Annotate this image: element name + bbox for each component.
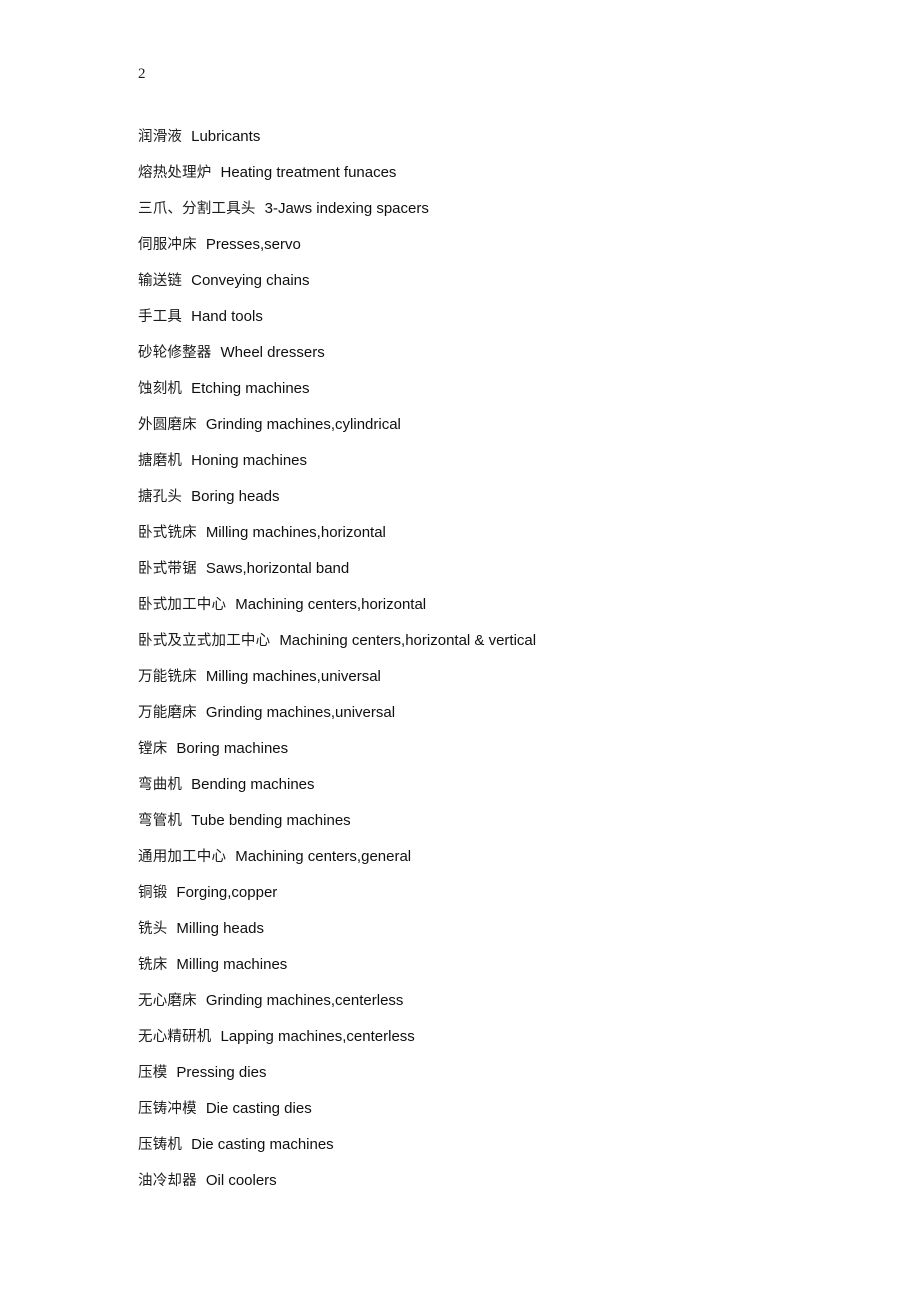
glossary-term-english: Hand tools	[191, 308, 263, 325]
glossary-term-chinese: 手工具	[138, 309, 183, 325]
glossary-term-chinese: 铜锻	[138, 885, 168, 901]
glossary-term-english: Milling machines	[176, 956, 288, 973]
glossary-entry: 无心精研机 Lapping machines,centerless	[138, 1019, 878, 1055]
glossary-entry: 万能磨床 Grinding machines,universal	[138, 695, 878, 731]
glossary-term-english: Boring machines	[176, 740, 289, 757]
glossary-entry: 手工具 Hand tools	[138, 299, 878, 335]
glossary-term-english: Die casting machines	[191, 1136, 334, 1153]
glossary-term-english: Machining centers,general	[235, 848, 412, 865]
glossary-entry: 三爪、分割工具头 3-Jaws indexing spacers	[138, 191, 878, 227]
glossary-term-chinese: 铣头	[138, 921, 168, 937]
glossary-term-chinese: 油冷却器	[138, 1173, 197, 1189]
glossary-term-chinese: 搪磨机	[138, 453, 183, 469]
glossary-term-english: Boring heads	[191, 488, 280, 505]
glossary-term-chinese: 伺服冲床	[138, 237, 197, 253]
glossary-term-english: Heating treatment funaces	[220, 164, 397, 181]
glossary-entry: 输送链 Conveying chains	[138, 263, 878, 299]
glossary-term-english: Etching machines	[191, 380, 310, 397]
glossary-term-english: Milling heads	[176, 920, 264, 937]
glossary-term-english: Machining centers,horizontal & vertical	[279, 632, 537, 649]
glossary-term-english: Honing machines	[191, 452, 308, 469]
glossary-entry: 润滑液 Lubricants	[138, 119, 878, 155]
glossary-term-chinese: 蚀刻机	[138, 381, 183, 397]
glossary-term-english: Presses,servo	[205, 236, 301, 253]
glossary-entry: 搪孔头 Boring heads	[138, 479, 878, 515]
glossary-entry: 砂轮修整器 Wheel dressers	[138, 335, 878, 371]
glossary-term-chinese: 无心磨床	[138, 993, 197, 1009]
glossary-entry: 弯曲机 Bending machines	[138, 767, 878, 803]
glossary-entry: 卧式铣床 Milling machines,horizontal	[138, 515, 878, 551]
glossary-term-chinese: 无心精研机	[138, 1029, 212, 1045]
glossary-term-english: Forging,copper	[176, 884, 278, 901]
glossary-term-chinese: 压模	[138, 1065, 168, 1081]
glossary-entry: 卧式及立式加工中心 Machining centers,horizontal & …	[138, 623, 878, 659]
glossary-term-chinese: 镗床	[138, 741, 168, 757]
glossary-term-english: 3-Jaws indexing spacers	[264, 200, 429, 217]
glossary-entry: 熔热处理炉 Heating treatment funaces	[138, 155, 878, 191]
glossary-term-english: Grinding machines,universal	[205, 704, 396, 721]
glossary-term-english: Milling machines,universal	[205, 668, 381, 685]
glossary-term-english: Grinding machines,centerless	[205, 992, 404, 1009]
glossary-term-chinese: 压铸冲模	[138, 1101, 197, 1117]
glossary-entry: 铜锻 Forging,copper	[138, 875, 878, 911]
glossary-term-english: Die casting dies	[205, 1100, 312, 1117]
glossary-term-chinese: 三爪、分割工具头	[138, 201, 256, 217]
glossary-entry: 卧式加工中心 Machining centers,horizontal	[138, 587, 878, 623]
glossary-term-chinese: 弯曲机	[138, 777, 183, 793]
glossary-term-english: Lapping machines,centerless	[220, 1028, 415, 1045]
glossary-term-chinese: 砂轮修整器	[138, 345, 212, 361]
glossary-term-english: Pressing dies	[176, 1064, 267, 1081]
glossary-term-chinese: 卧式带锯	[138, 561, 197, 577]
glossary-entry: 万能铣床 Milling machines,universal	[138, 659, 878, 695]
glossary-term-english: Bending machines	[191, 776, 315, 793]
glossary-term-english: Tube bending machines	[191, 812, 351, 829]
glossary-term-chinese: 压铸机	[138, 1137, 183, 1153]
glossary-term-chinese: 卧式铣床	[138, 525, 197, 541]
glossary-term-chinese: 输送链	[138, 273, 183, 289]
glossary-term-chinese: 通用加工中心	[138, 849, 227, 865]
glossary-entry: 压模 Pressing dies	[138, 1055, 878, 1091]
glossary-term-english: Wheel dressers	[220, 344, 325, 361]
glossary-entry: 蚀刻机 Etching machines	[138, 371, 878, 407]
glossary-term-chinese: 万能铣床	[138, 669, 197, 685]
glossary-term-english: Lubricants	[191, 128, 261, 145]
glossary-entry: 铣头 Milling heads	[138, 911, 878, 947]
glossary-entry: 通用加工中心 Machining centers,general	[138, 839, 878, 875]
glossary-term-chinese: 润滑液	[138, 129, 183, 145]
glossary-entry: 卧式带锯 Saws,horizontal band	[138, 551, 878, 587]
glossary-term-chinese: 万能磨床	[138, 705, 197, 721]
page-number: 2	[138, 66, 146, 82]
document-page: 2 润滑液 Lubricants 熔热处理炉 Heating treatment fu…	[0, 0, 920, 1302]
glossary-term-chinese: 卧式加工中心	[138, 597, 227, 613]
glossary-term-chinese: 弯管机	[138, 813, 183, 829]
glossary-term-english: Saws,horizontal band	[205, 560, 350, 577]
glossary-term-english: Conveying chains	[191, 272, 310, 289]
glossary-term-chinese: 搪孔头	[138, 489, 183, 505]
glossary-term-chinese: 卧式及立式加工中心	[138, 633, 271, 649]
glossary-entry: 弯管机 Tube bending machines	[138, 803, 878, 839]
glossary-entry: 伺服冲床 Presses,servo	[138, 227, 878, 263]
glossary-term-english: Milling machines,horizontal	[205, 524, 386, 541]
glossary-entry: 压铸冲模 Die casting dies	[138, 1091, 878, 1127]
glossary-term-chinese: 外圆磨床	[138, 417, 197, 433]
glossary-term-english: Machining centers,horizontal	[235, 596, 427, 613]
glossary-entry: 搪磨机 Honing machines	[138, 443, 878, 479]
glossary-term-chinese: 铣床	[138, 957, 168, 973]
glossary-entry: 外圆磨床 Grinding machines,cylindrical	[138, 407, 878, 443]
glossary-term-english: Grinding machines,cylindrical	[205, 416, 401, 433]
glossary-term-chinese: 熔热处理炉	[138, 165, 212, 181]
glossary-entry: 铣床 Milling machines	[138, 947, 878, 983]
glossary-entry: 镗床 Boring machines	[138, 731, 878, 767]
glossary-entry: 油冷却器 Oil coolers	[138, 1163, 878, 1199]
glossary-entry: 压铸机 Die casting machines	[138, 1127, 878, 1163]
glossary-entry: 无心磨床 Grinding machines,centerless	[138, 983, 878, 1019]
glossary-list: 润滑液 Lubricants 熔热处理炉 Heating treatment funa…	[138, 119, 878, 1199]
glossary-term-english: Oil coolers	[205, 1172, 277, 1189]
